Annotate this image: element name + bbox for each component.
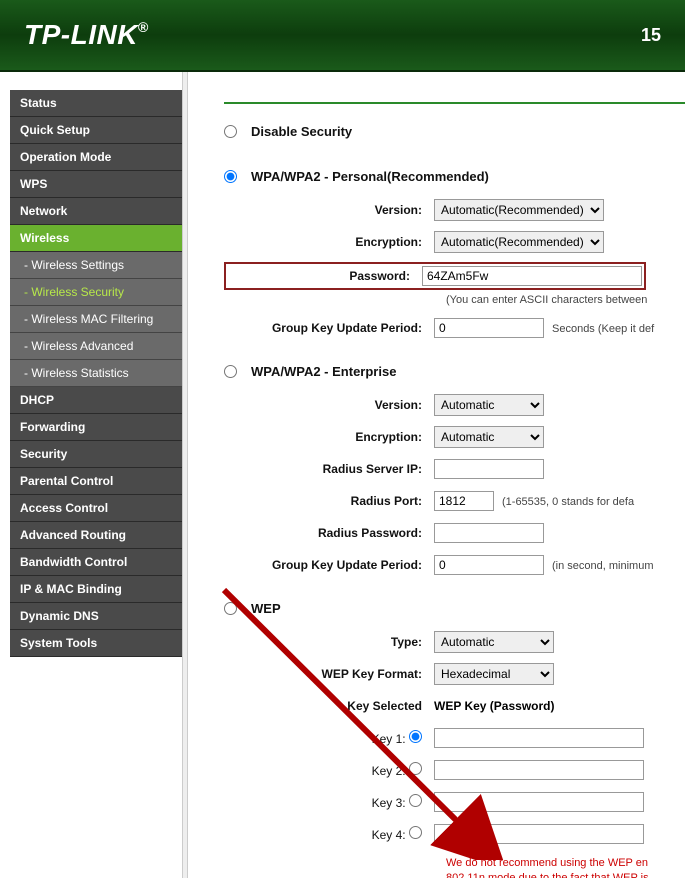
select-wep-type[interactable]: Automatic — [434, 631, 554, 653]
sidebar-item-quick-setup[interactable]: Quick Setup — [10, 117, 182, 144]
model-number: 15 — [641, 25, 661, 46]
label-key2: Key 2: — [224, 762, 434, 778]
label-key1: Key 1: — [224, 730, 434, 746]
section-title-wpa-enterprise: WPA/WPA2 - Enterprise — [251, 364, 396, 379]
label-key4: Key 4: — [224, 826, 434, 842]
label-wep-key-header: WEP Key (Password) — [434, 699, 554, 713]
label-wpa-version: Version: — [224, 203, 434, 217]
input-radius-ip[interactable] — [434, 459, 544, 479]
sidebar-item-bandwidth-control[interactable]: Bandwidth Control — [10, 549, 182, 576]
radio-wep[interactable] — [224, 602, 237, 615]
sidebar-item-access-control[interactable]: Access Control — [10, 495, 182, 522]
sidebar-item-network[interactable]: Network — [10, 198, 182, 225]
section-title-wep: WEP — [251, 601, 281, 616]
sidebar-sub-wireless-security[interactable]: - Wireless Security — [10, 279, 182, 306]
select-wep-format[interactable]: Hexadecimal — [434, 663, 554, 685]
label-radius-ip: Radius Server IP: — [224, 462, 434, 476]
sidebar-item-system-tools[interactable]: System Tools — [10, 630, 182, 657]
top-divider — [224, 102, 685, 104]
select-wpa-version[interactable]: Automatic(Recommended) — [434, 199, 604, 221]
select-ent-encryption[interactable]: Automatic — [434, 426, 544, 448]
input-wpa-password[interactable] — [422, 266, 642, 286]
sidebar-sub-wireless-statistics[interactable]: - Wireless Statistics — [10, 360, 182, 387]
label-radius-pw: Radius Password: — [224, 526, 434, 540]
select-wpa-encryption[interactable]: Automatic(Recommended) — [434, 231, 604, 253]
sidebar-item-dhcp[interactable]: DHCP — [10, 387, 182, 414]
radio-key3[interactable] — [409, 794, 422, 807]
radio-wpa-personal[interactable] — [224, 170, 237, 183]
input-ent-gkup[interactable] — [434, 555, 544, 575]
header: TP-LINK® 15 — [0, 0, 685, 72]
input-radius-pw[interactable] — [434, 523, 544, 543]
sidebar-item-wps[interactable]: WPS — [10, 171, 182, 198]
note-ent-gkup: (in second, minimum — [552, 560, 653, 572]
sidebar-item-ip-mac-binding[interactable]: IP & MAC Binding — [10, 576, 182, 603]
input-wpa-gkup[interactable] — [434, 318, 544, 338]
brand-logo: TP-LINK® — [24, 19, 149, 51]
radio-wpa-enterprise[interactable] — [224, 365, 237, 378]
input-key1[interactable] — [434, 728, 644, 748]
label-wpa-encryption: Encryption: — [224, 235, 434, 249]
sidebar-item-operation-mode[interactable]: Operation Mode — [10, 144, 182, 171]
select-ent-version[interactable]: Automatic — [434, 394, 544, 416]
label-wpa-password: Password: — [228, 269, 422, 283]
sidebar-item-status[interactable]: Status — [10, 90, 182, 117]
label-ent-encryption: Encryption: — [224, 430, 434, 444]
label-wep-type: Type: — [224, 635, 434, 649]
input-radius-port[interactable] — [434, 491, 494, 511]
label-ent-gkup: Group Key Update Period: — [224, 558, 434, 572]
sidebar-item-dynamic-dns[interactable]: Dynamic DNS — [10, 603, 182, 630]
main-content: Disable Security WPA/WPA2 - Personal(Rec… — [188, 72, 685, 878]
sidebar-item-forwarding[interactable]: Forwarding — [10, 414, 182, 441]
sidebar-item-advanced-routing[interactable]: Advanced Routing — [10, 522, 182, 549]
label-wep-format: WEP Key Format: — [224, 667, 434, 681]
radio-disable-security[interactable] — [224, 125, 237, 138]
label-key-selected: Key Selected — [224, 699, 434, 713]
sidebar-sub-wireless-settings[interactable]: - Wireless Settings — [10, 252, 182, 279]
sidebar-sub-wireless-mac-filtering[interactable]: - Wireless MAC Filtering — [10, 306, 182, 333]
note-wpa-gkup: Seconds (Keep it def — [552, 323, 654, 335]
input-key3[interactable] — [434, 792, 644, 812]
label-radius-port: Radius Port: — [224, 494, 434, 508]
sidebar-item-parental-control[interactable]: Parental Control — [10, 468, 182, 495]
sidebar: Status Quick Setup Operation Mode WPS Ne… — [0, 72, 182, 878]
input-key4[interactable] — [434, 824, 644, 844]
password-highlight-box: Password: — [224, 262, 646, 290]
radio-key2[interactable] — [409, 762, 422, 775]
label-key3: Key 3: — [224, 794, 434, 810]
wep-warning: We do not recommend using the WEP en 802… — [224, 856, 685, 878]
sidebar-item-security[interactable]: Security — [10, 441, 182, 468]
note-radius-port: (1-65535, 0 stands for defa — [502, 496, 634, 508]
radio-key4[interactable] — [409, 826, 422, 839]
input-key2[interactable] — [434, 760, 644, 780]
sidebar-item-wireless[interactable]: Wireless — [10, 225, 182, 252]
note-wpa-password: (You can enter ASCII characters between — [224, 294, 685, 306]
radio-key1[interactable] — [409, 730, 422, 743]
section-title-disable: Disable Security — [251, 124, 352, 139]
sidebar-sub-wireless-advanced[interactable]: - Wireless Advanced — [10, 333, 182, 360]
label-ent-version: Version: — [224, 398, 434, 412]
section-title-wpa-personal: WPA/WPA2 - Personal(Recommended) — [251, 169, 489, 184]
label-wpa-gkup: Group Key Update Period: — [224, 321, 434, 335]
